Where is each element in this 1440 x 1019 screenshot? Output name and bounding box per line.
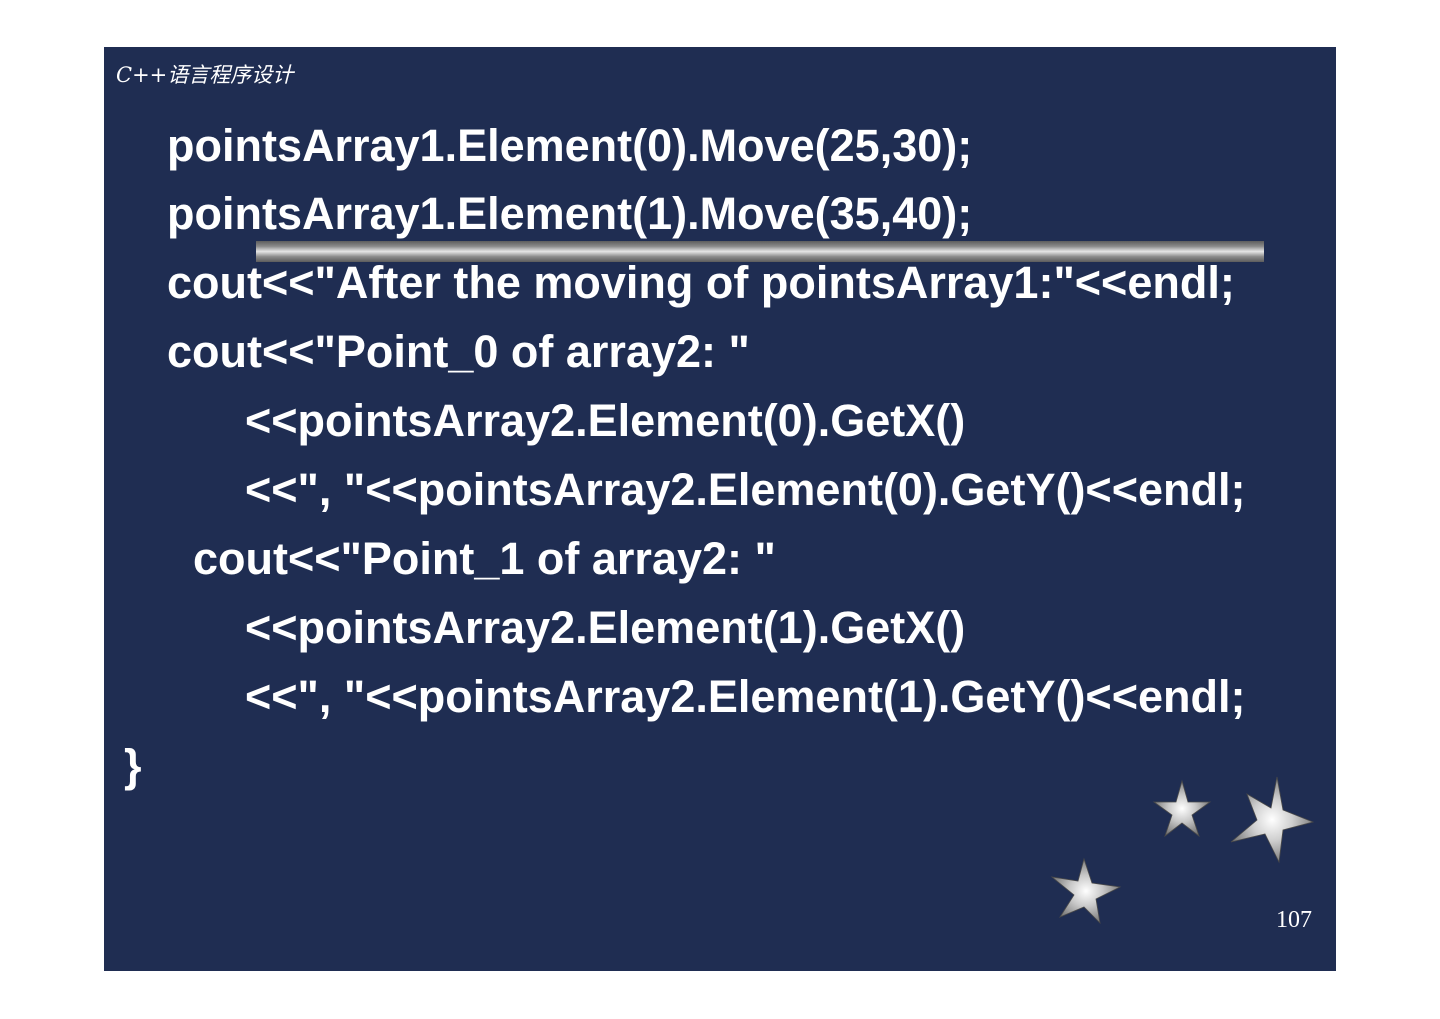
slide-header-title: C++语言程序设计 (116, 63, 294, 87)
code-line: cout<<"Point_0 of array2: " (167, 326, 750, 377)
code-line: <<", "<<pointsArray2.Element(1).GetY()<<… (245, 671, 1246, 722)
code-line: <<", "<<pointsArray2.Element(0).GetY()<<… (245, 464, 1246, 515)
code-line: cout<<"After the moving of pointsArray1:… (167, 257, 1235, 308)
star-icon (1050, 857, 1122, 925)
code-line: pointsArray1.Element(1).Move(35,40); (167, 188, 973, 239)
code-line: <<pointsArray2.Element(1).GetX() (245, 602, 966, 653)
closing-brace: } (124, 740, 142, 791)
star-icon (1152, 779, 1212, 838)
page-number: 107 (1276, 907, 1312, 933)
star-icon (1230, 776, 1314, 864)
code-line: pointsArray1.Element(0).Move(25,30); (167, 120, 973, 171)
slide: C++语言程序设计 pointsArray1.Element(0).Move(2… (104, 47, 1336, 971)
code-line: cout<<"Point_1 of array2: " (193, 533, 776, 584)
code-line: <<pointsArray2.Element(0).GetX() (245, 395, 966, 446)
